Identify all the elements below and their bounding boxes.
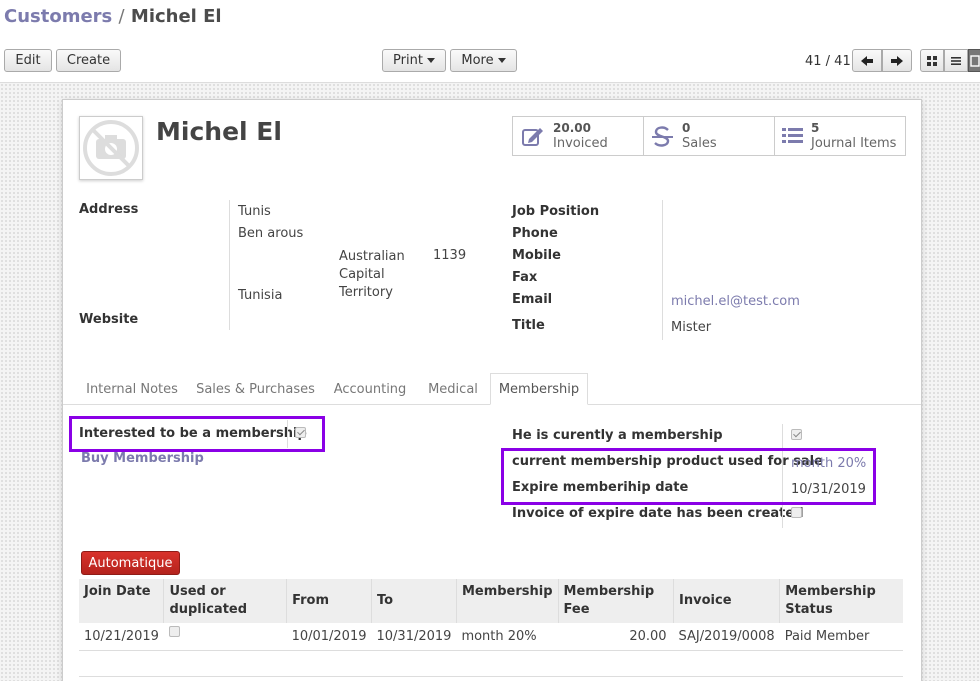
invoiced-stat-button[interactable]: 20.00 Invoiced	[512, 116, 644, 156]
record-name: Michel El	[156, 117, 282, 146]
country-field[interactable]: Tunisia	[238, 288, 282, 303]
breadcrumb: Customers / Michel El	[4, 6, 222, 27]
website-label: Website	[79, 312, 139, 327]
phone-label: Phone	[512, 226, 558, 241]
create-button[interactable]: Create	[56, 49, 121, 72]
arrow-left-icon	[861, 55, 873, 66]
journal-items-stat-button[interactable]: 5 Journal Items	[774, 116, 906, 156]
address-label: Address	[79, 202, 139, 217]
kanban-view-button[interactable]	[920, 49, 944, 72]
kanban-grid-icon	[927, 55, 937, 66]
title-label: Title	[512, 318, 545, 333]
cell-used-or-duplicated	[163, 623, 287, 651]
no-camera-icon	[83, 120, 139, 176]
divider	[662, 200, 663, 340]
automatique-button[interactable]: Automatique	[81, 551, 180, 575]
more-label: More	[461, 53, 494, 68]
invoice-expire-label: Invoice of expire date has been created	[512, 506, 804, 521]
membership-lines-table: Join Date Used or duplicated From To Mem…	[79, 579, 903, 651]
cell-membership: month 20%	[456, 623, 559, 651]
cell-from: 10/01/2019	[286, 623, 372, 651]
strikethrough-s-icon	[652, 126, 673, 147]
tab-membership[interactable]: Membership	[490, 373, 588, 405]
current-membership-checkbox[interactable]	[791, 429, 802, 440]
title-field[interactable]: Mister	[671, 320, 711, 335]
avatar[interactable]	[79, 116, 143, 180]
breadcrumb-current: Michel El	[130, 6, 222, 27]
table-row[interactable]: 10/21/2019 10/01/2019 10/31/2019 month 2…	[79, 623, 903, 651]
breadcrumb-separator: /	[118, 6, 125, 27]
column-membership-status[interactable]: Membership Status	[779, 579, 903, 623]
next-record-button[interactable]	[882, 49, 912, 72]
tab-sales-purchases[interactable]: Sales & Purchases	[188, 373, 323, 405]
buy-membership-link[interactable]: Buy Membership	[81, 451, 204, 466]
tab-internal-notes[interactable]: Internal Notes	[78, 373, 186, 405]
column-membership[interactable]: Membership	[455, 579, 559, 623]
cell-invoice: SAJ/2019/0008	[673, 623, 780, 651]
column-to[interactable]: To	[371, 579, 457, 623]
sales-value: 0	[682, 120, 691, 135]
print-label: Print	[393, 53, 423, 68]
invoiced-value: 20.00	[553, 120, 591, 135]
list-view-button[interactable]	[944, 49, 968, 72]
cell-join-date: 10/21/2019	[79, 623, 164, 651]
tab-medical[interactable]: Medical	[417, 373, 489, 405]
mobile-label: Mobile	[512, 248, 561, 263]
table-header-row: Join Date Used or duplicated From To Mem…	[79, 579, 903, 623]
form-view-button[interactable]	[968, 49, 980, 72]
column-membership-fee[interactable]: Membership Fee	[557, 579, 674, 623]
email-label: Email	[512, 292, 553, 307]
pencil-square-icon	[522, 128, 543, 146]
sales-label: Sales	[682, 135, 717, 151]
column-invoice[interactable]: Invoice	[673, 579, 780, 623]
form-view-icon	[970, 54, 980, 67]
column-from[interactable]: From	[286, 579, 372, 623]
fax-label: Fax	[512, 270, 538, 285]
job-position-label: Job Position	[512, 204, 600, 219]
invoiced-label: Invoiced	[553, 135, 608, 151]
table-footer-line	[79, 676, 903, 677]
more-button[interactable]: More	[450, 49, 517, 72]
email-link[interactable]: michel.el@test.com	[671, 294, 800, 309]
cell-to: 10/31/2019	[371, 623, 457, 651]
sales-stat-button[interactable]: 0 Sales	[643, 116, 775, 156]
print-button[interactable]: Print	[382, 49, 446, 72]
breadcrumb-customers-link[interactable]: Customers	[4, 6, 112, 27]
cell-membership-fee: 20.00	[558, 623, 674, 651]
pager-value: 41 / 41	[805, 54, 851, 69]
previous-record-button[interactable]	[852, 49, 882, 72]
zip-field[interactable]: 1139	[433, 248, 466, 263]
column-join-date[interactable]: Join Date	[79, 579, 164, 623]
tab-accounting[interactable]: Accounting	[325, 373, 415, 405]
current-membership-label: He is curently a membership	[512, 428, 723, 443]
edit-button[interactable]: Edit	[4, 49, 52, 72]
street-field[interactable]: Tunis	[238, 204, 271, 219]
invoice-expire-checkbox[interactable]	[791, 507, 802, 518]
journal-items-value: 5	[811, 120, 820, 135]
state-field[interactable]: Australian Capital Territory	[339, 248, 431, 302]
cell-membership-status: Paid Member	[779, 623, 903, 651]
used-duplicated-checkbox[interactable]	[168, 625, 180, 637]
highlight-box	[69, 416, 325, 452]
highlight-box	[501, 448, 876, 505]
divider	[229, 200, 230, 330]
journal-items-label: Journal Items	[811, 135, 897, 151]
street2-field[interactable]: Ben arous	[238, 226, 303, 241]
column-used-or-duplicated[interactable]: Used or duplicated	[163, 579, 287, 623]
list-icon	[782, 128, 803, 143]
caret-down-icon	[426, 58, 435, 63]
list-lines-icon	[951, 56, 961, 65]
arrow-right-icon	[891, 55, 903, 66]
caret-down-icon	[497, 58, 506, 63]
